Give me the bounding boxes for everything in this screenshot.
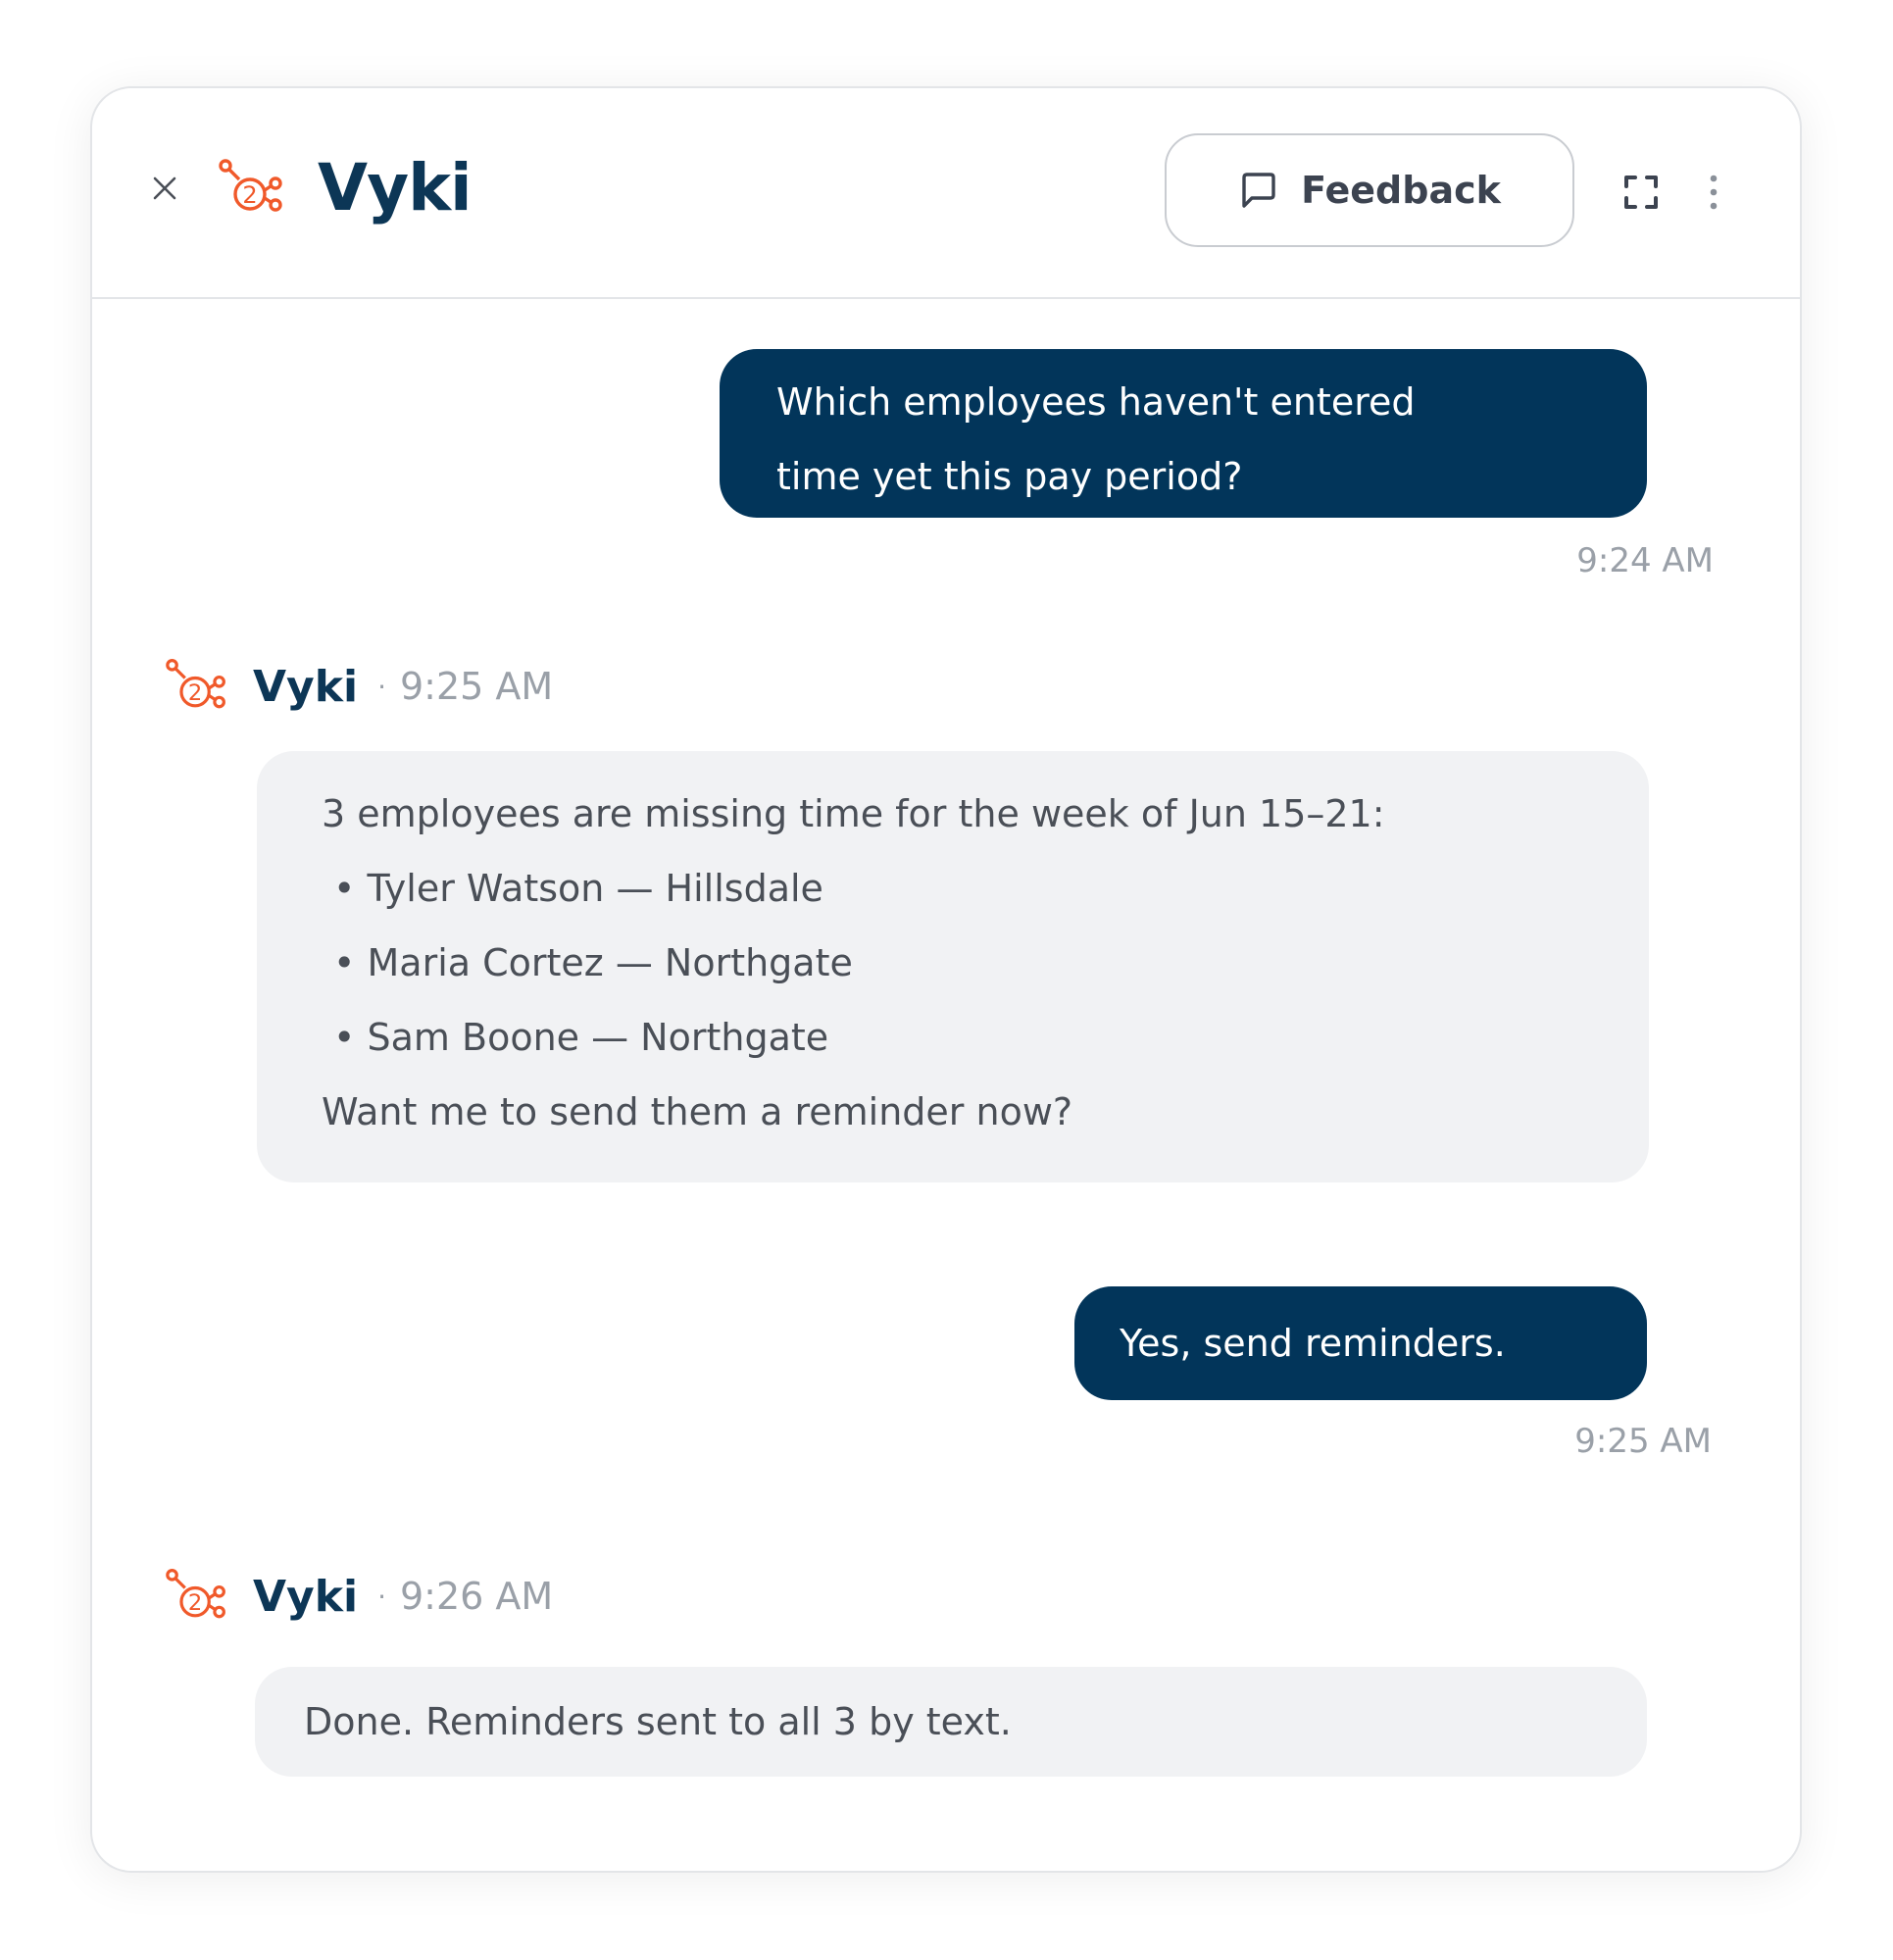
svg-text:2: 2 [188, 1590, 202, 1616]
feedback-button[interactable]: Feedback [1165, 133, 1574, 247]
svg-text:2: 2 [188, 680, 202, 706]
app-title: Vyki [318, 150, 473, 226]
more-vertical-icon [1710, 175, 1718, 210]
feedback-button-label: Feedback [1301, 169, 1501, 212]
user-message-line: time yet this pay period? [776, 455, 1243, 498]
bot-message-intro: 3 employees are missing time for the wee… [322, 792, 1385, 835]
vyki-logo-icon: 2 [166, 1568, 225, 1619]
bot-message-text: Done. Reminders sent to all 3 by text. [304, 1700, 1012, 1743]
user-message-line: Which employees haven't entered [776, 380, 1416, 424]
svg-text:2: 2 [242, 181, 257, 209]
user-message-timestamp: 9:25 AM [1574, 1422, 1712, 1461]
bot-message-outro: Want me to send them a reminder now? [322, 1090, 1073, 1133]
bot-name: Vyki [253, 661, 359, 712]
close-icon [153, 176, 176, 200]
vyki-logo-icon: 2 [219, 159, 282, 212]
user-message-timestamp: 9:24 AM [1576, 541, 1714, 580]
expand-icon [1624, 176, 1658, 209]
user-message-line: Yes, send reminders. [1120, 1322, 1506, 1365]
more-options-button[interactable] [1704, 173, 1723, 212]
chat-header: 2 Vyki Feedback [92, 88, 1800, 299]
bot-message-bubble: 3 employees are missing time for the wee… [257, 751, 1649, 1182]
chat-bubble-icon [1242, 173, 1275, 208]
user-message-bubble: Yes, send reminders. [1074, 1286, 1647, 1400]
close-button[interactable] [147, 171, 182, 206]
bot-message-bubble: Done. Reminders sent to all 3 by text. [255, 1667, 1647, 1777]
user-message-bubble: Which employees haven't entered time yet… [720, 349, 1647, 518]
expand-button[interactable] [1621, 173, 1661, 212]
list-item: • Tyler Watson — Hillsdale [333, 867, 823, 910]
chat-panel: 2 Vyki Feedback Which employees haven't … [90, 86, 1802, 1873]
bot-name: Vyki [253, 1571, 359, 1622]
bot-message-timestamp: 9:25 AM [399, 665, 554, 708]
list-item: • Maria Cortez — Northgate [333, 941, 853, 984]
bot-message-header: 2 Vyki · 9:26 AM [165, 1567, 553, 1626]
separator-dot: · [377, 1580, 386, 1613]
separator-dot: · [377, 670, 386, 703]
list-item: • Sam Boone — Northgate [333, 1016, 829, 1059]
bot-message-header: 2 Vyki · 9:25 AM [165, 657, 553, 716]
vyki-logo-icon: 2 [166, 658, 225, 709]
bot-message-timestamp: 9:26 AM [399, 1575, 554, 1618]
